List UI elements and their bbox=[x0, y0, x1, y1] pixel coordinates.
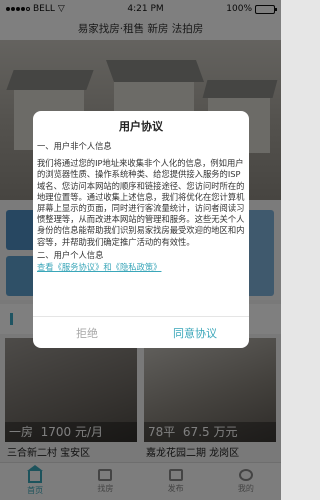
section-heading: 一、用户非个人信息 bbox=[37, 141, 112, 151]
agreement-link[interactable]: 查看《服务协议》和《隐私政策》 bbox=[37, 262, 245, 273]
agree-button[interactable]: 同意协议 bbox=[141, 317, 249, 348]
app-screen: BELL ▽ 4:21 PM 100% 易家找房·租售 新房 法拍房 一房 17… bbox=[0, 0, 281, 500]
section-body: 我们将通过您的IP地址来收集非个人化的信息，例如用户的浏览器性质、操作系统种类、… bbox=[37, 158, 245, 247]
dialog-title: 用户协议 bbox=[119, 120, 163, 133]
section-heading: 二、用户个人信息 bbox=[37, 249, 104, 260]
dialog-footer: 拒绝 同意协议 bbox=[33, 316, 249, 348]
user-agreement-dialog: 用户协议 一、用户非个人信息 我们将通过您的IP地址来收集非个人化的信息，例如用… bbox=[33, 111, 249, 348]
dialog-body[interactable]: 一、用户非个人信息 我们将通过您的IP地址来收集非个人化的信息，例如用户的浏览器… bbox=[37, 141, 245, 273]
reject-button[interactable]: 拒绝 bbox=[33, 317, 141, 348]
